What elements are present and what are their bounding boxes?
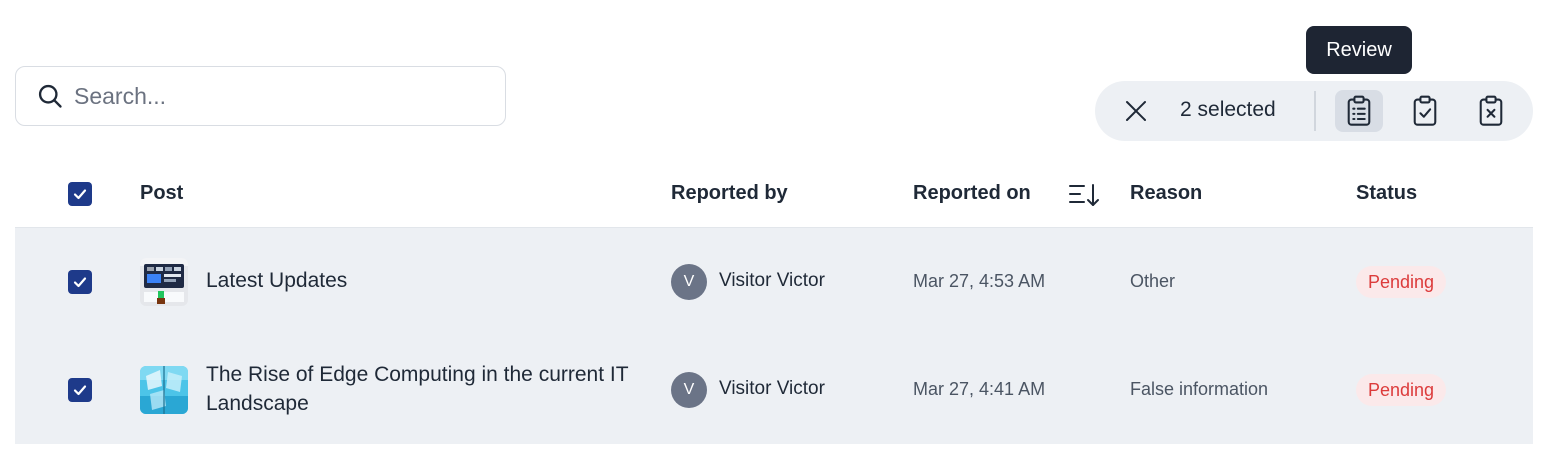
column-header-reported-by[interactable]: Reported by (671, 182, 788, 205)
status-badge: Pending (1356, 374, 1447, 406)
selected-count: 2 selected (1180, 98, 1276, 121)
post-title[interactable]: The Rise of Edge Computing in the curren… (206, 360, 666, 418)
report-reason: False information (1130, 379, 1269, 399)
sort-descending-icon[interactable] (1067, 180, 1101, 210)
table-row[interactable]: Latest Updates V Visitor Victor Mar 27, … (15, 228, 1533, 336)
reported-on-date: Mar 27, 4:53 AM (913, 271, 1046, 291)
search-icon (38, 84, 62, 108)
reported-on-date: Mar 27, 4:41 AM (913, 379, 1046, 399)
reject-button[interactable] (1467, 90, 1515, 132)
report-reason: Other (1130, 271, 1176, 291)
clipboard-check-icon (1413, 95, 1437, 126)
reporter-name: Visitor Victor (719, 378, 825, 399)
column-header-reason[interactable]: Reason (1130, 182, 1202, 205)
column-header-status[interactable]: Status (1356, 182, 1417, 205)
checkmark-icon (73, 277, 87, 288)
checkmark-icon (73, 385, 87, 396)
avatar: V (671, 372, 707, 408)
table-row[interactable]: The Rise of Edge Computing in the curren… (15, 336, 1533, 444)
clipboard-list-icon (1347, 95, 1371, 126)
post-thumbnail (140, 366, 188, 414)
clear-selection-button[interactable] (1119, 94, 1153, 128)
avatar: V (671, 264, 707, 300)
column-header-post[interactable]: Post (140, 182, 183, 205)
reporter-name: Visitor Victor (719, 270, 825, 291)
approve-button[interactable] (1401, 90, 1449, 132)
search-input[interactable] (74, 79, 494, 113)
close-icon (1126, 101, 1146, 121)
clipboard-x-icon (1479, 95, 1503, 126)
row-checkbox[interactable] (68, 378, 92, 402)
post-thumbnail (140, 258, 188, 306)
review-tooltip: Review (1306, 26, 1412, 74)
divider (1314, 91, 1316, 131)
review-button[interactable] (1335, 90, 1383, 132)
select-all-checkbox[interactable] (68, 182, 92, 206)
status-badge: Pending (1356, 266, 1447, 298)
search-box[interactable] (15, 66, 506, 126)
post-title[interactable]: Latest Updates (206, 266, 666, 295)
row-checkbox[interactable] (68, 270, 92, 294)
table-header: Post Reported by Reported on Reason Stat… (15, 160, 1533, 228)
reports-table: Post Reported by Reported on Reason Stat… (15, 160, 1533, 444)
bulk-action-bar: 2 selected (1095, 81, 1533, 141)
column-header-reported-on[interactable]: Reported on (913, 182, 1031, 205)
checkmark-icon (73, 189, 87, 200)
